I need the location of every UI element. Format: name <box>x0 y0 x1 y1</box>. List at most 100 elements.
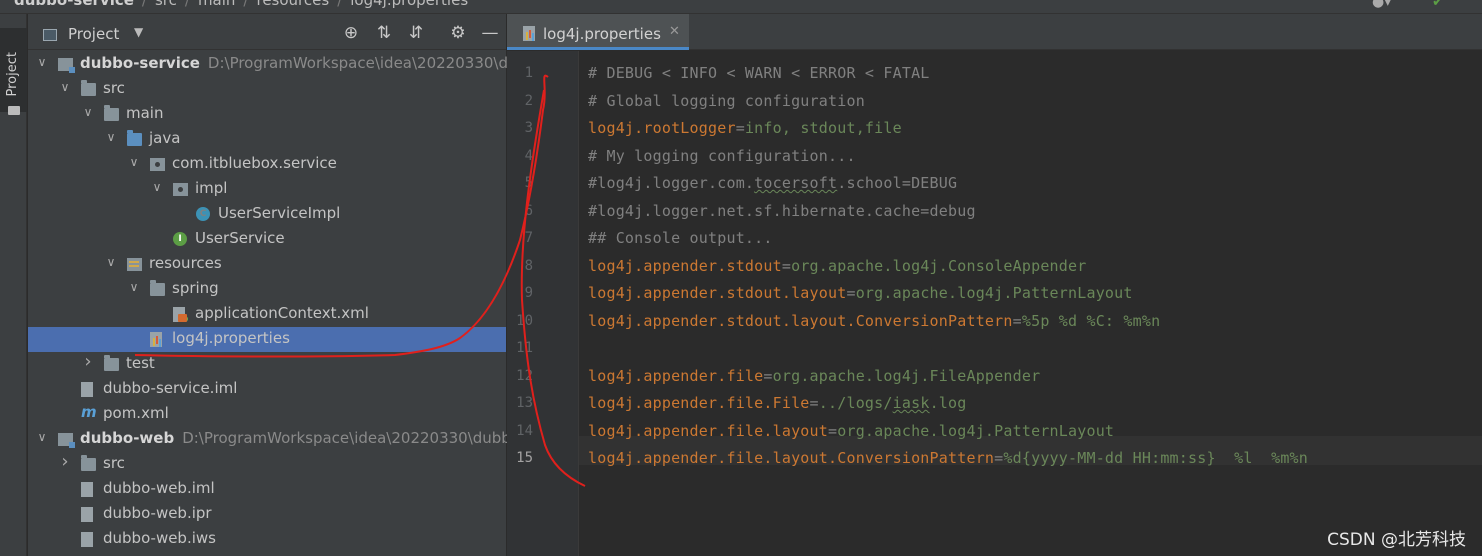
project-panel-header: Project ▼ ⊕ ⇅ ⇵ ⚙ — <box>28 14 506 50</box>
code-line[interactable]: ## Console output... <box>588 229 1482 247</box>
tree-row-label: dubbo-web.ipr <box>103 504 212 522</box>
tree-row[interactable]: ∨ dubbo-web D:\ProgramWorkspace\idea\20220… <box>28 427 520 452</box>
expand-all-icon[interactable]: ⇅ <box>374 23 394 43</box>
tree-row-text: pom.xml <box>103 404 169 422</box>
class-icon: C <box>196 207 210 221</box>
chevron-down-icon[interactable]: ∨ <box>105 130 117 144</box>
tree-row-text: src <box>103 454 125 472</box>
code-line[interactable]: log4j.appender.stdout.layout=org.apache.… <box>588 284 1482 302</box>
tree-row[interactable]: dubbo-service.iml <box>28 377 506 402</box>
chevron-down-icon[interactable]: ∨ <box>36 55 48 69</box>
tree-row[interactable]: dubbo-web.iws <box>28 527 506 552</box>
folder-icon <box>8 106 20 115</box>
build-icon[interactable]: ✔ <box>1432 0 1444 10</box>
breadcrumb-main[interactable]: main <box>198 0 235 9</box>
tree-row-label: log4j.properties <box>172 329 290 347</box>
close-icon[interactable]: ✕ <box>669 24 680 39</box>
folder-icon <box>81 80 96 96</box>
chevron-down-icon[interactable]: ∨ <box>151 180 163 194</box>
tree-row[interactable]: › test <box>28 351 506 377</box>
tree-row[interactable]: ∨ resources <box>28 252 506 277</box>
tree-row[interactable]: › src <box>28 451 506 477</box>
code-line[interactable]: log4j.appender.stdout=org.apache.log4j.C… <box>588 257 1482 275</box>
user-icon[interactable]: ●▾ <box>1372 0 1391 10</box>
code-token: #log4j.logger.net.sf.hibernate.cache=deb… <box>588 201 976 220</box>
line-number: 7 <box>524 230 533 246</box>
breadcrumb-resources[interactable]: resources <box>256 0 329 9</box>
chevron-down-icon[interactable]: ∨ <box>128 155 140 169</box>
chevron-down-icon[interactable]: ∨ <box>105 255 117 269</box>
tree-row-text: dubbo-service <box>80 54 200 72</box>
tree-row[interactable]: ∨ dubbo-service D:\ProgramWorkspace\idea\2… <box>28 52 527 77</box>
code-token: log4j.appender.file.layout <box>588 421 828 440</box>
hide-icon[interactable]: — <box>480 23 500 43</box>
tab-log4j-properties[interactable]: log4j.properties ✕ <box>507 14 689 50</box>
gear-icon[interactable]: ⚙ <box>448 23 468 43</box>
tree-row[interactable]: dubbo-web.ipr <box>28 502 506 527</box>
tree-row[interactable]: ∨ impl <box>28 177 506 202</box>
code-token: log4j.appender.file <box>588 366 764 385</box>
tree-row-label: UserServiceImpl <box>218 204 340 222</box>
breadcrumb-module[interactable]: dubbo-service <box>14 0 134 9</box>
tree-row[interactable]: C UserServiceImpl <box>28 202 506 227</box>
chevron-down-icon[interactable]: ∨ <box>128 280 140 294</box>
tree-row-text: dubbo-web.iws <box>103 529 216 547</box>
code-line[interactable]: log4j.rootLogger=info, stdout,file <box>588 119 1482 137</box>
resources-folder-icon <box>127 258 142 271</box>
code-line[interactable]: log4j.appender.stdout.layout.ConversionP… <box>588 312 1482 330</box>
code-token: .school=DEBUG <box>837 174 958 192</box>
tree-row-label: dubbo-service D:\ProgramWorkspace\idea\20… <box>80 54 527 72</box>
tree-row-label: test <box>126 354 155 372</box>
code-line[interactable]: log4j.appender.file.layout=org.apache.lo… <box>588 422 1482 440</box>
code-line[interactable]: log4j.appender.file.File=../logs/iask.lo… <box>588 394 1482 412</box>
line-number: 4 <box>524 147 533 164</box>
code-token: log4j.appender.file.layout.ConversionPat… <box>588 449 995 467</box>
code-line[interactable]: log4j.appender.file=org.apache.log4j.Fil… <box>588 367 1482 385</box>
code-line[interactable]: # Global logging configuration <box>588 92 1482 110</box>
tree-row-label: com.itbluebox.service <box>172 154 337 172</box>
project-tool-tab[interactable]: Project <box>0 28 27 115</box>
collapse-all-icon[interactable]: ⇵ <box>406 23 426 43</box>
tree-row[interactable]: ∨ spring <box>28 277 506 302</box>
tree-row[interactable]: ∨ com.itbluebox.service <box>28 152 506 177</box>
breadcrumb-file[interactable]: log4j.properties <box>350 0 468 9</box>
tree-row-text: log4j.properties <box>172 329 290 347</box>
iws-file-icon <box>81 532 93 547</box>
tree-row[interactable]: m pom.xml <box>28 402 506 427</box>
tree-row[interactable]: log4j.properties <box>28 327 506 352</box>
iml-file-icon <box>81 382 93 397</box>
code-line[interactable]: #log4j.logger.com.tocersoft.school=DEBUG <box>588 174 1482 192</box>
tree-row[interactable]: ∨ main <box>28 102 506 127</box>
tree-row[interactable]: dubbo-web.iml <box>28 477 506 502</box>
tree-row-text: com.itbluebox.service <box>172 154 337 172</box>
tree-row-label: dubbo-service.iml <box>103 379 237 397</box>
code-line[interactable]: # DEBUG < INFO < WARN < ERROR < FATAL <box>588 64 1482 82</box>
interface-icon: I <box>173 232 187 246</box>
chevron-down-icon[interactable]: ▼ <box>134 25 143 39</box>
tree-row[interactable]: ∨ java <box>28 127 506 152</box>
tree-row-label: src <box>103 79 125 97</box>
locate-icon[interactable]: ⊕ <box>341 23 361 43</box>
tree-row[interactable]: applicationContext.xml <box>28 302 506 327</box>
project-panel: Project ▼ ⊕ ⇅ ⇵ ⚙ — ∨ dubbo-service D:\Pro… <box>28 14 527 556</box>
line-number: 10 <box>516 312 533 329</box>
tree-row-text: dubbo-web.ipr <box>103 504 212 522</box>
chevron-down-icon[interactable]: ∨ <box>36 430 48 444</box>
code-line[interactable]: # My logging configuration... <box>588 147 1482 165</box>
code-line[interactable]: log4j.appender.file.layout.ConversionPat… <box>588 449 1482 467</box>
project-panel-title[interactable]: Project <box>68 25 119 43</box>
tree-row[interactable]: I UserService <box>28 227 506 252</box>
chevron-right-icon[interactable]: › <box>82 351 94 372</box>
tree-row-text: UserService <box>195 229 285 247</box>
code-token: org.apache.log4j.PatternLayout <box>837 421 1115 440</box>
chevron-right-icon[interactable]: › <box>59 451 71 472</box>
chevron-down-icon[interactable]: ∨ <box>82 105 94 119</box>
tree-row[interactable]: ∨ src <box>28 77 506 102</box>
code-token: # My logging configuration... <box>588 146 856 165</box>
tree-row-text: impl <box>195 179 228 197</box>
code-line[interactable]: #log4j.logger.net.sf.hibernate.cache=deb… <box>588 202 1482 220</box>
code-token: = <box>846 284 856 302</box>
chevron-down-icon[interactable]: ∨ <box>59 80 71 94</box>
breadcrumb-src[interactable]: src <box>155 0 177 9</box>
code-token: tocersoft <box>754 174 838 192</box>
